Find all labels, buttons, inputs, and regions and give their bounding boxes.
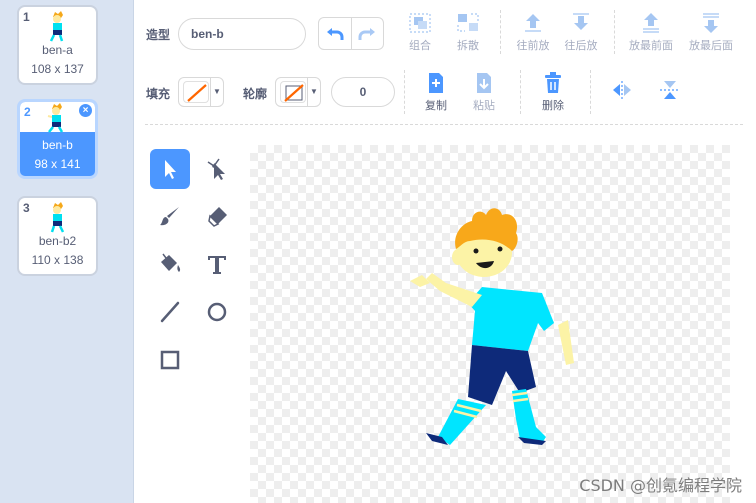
paste-label: 粘贴 (473, 100, 495, 112)
costume-size: 110 x 138 (31, 253, 84, 267)
delete-button[interactable]: 删除 (533, 72, 573, 113)
forward-label: 往前放 (516, 40, 550, 52)
group-button[interactable]: 组合 (400, 12, 440, 53)
rectangle-icon (160, 350, 180, 370)
arrow-cursor-icon (165, 160, 176, 179)
undo-button[interactable] (319, 18, 352, 49)
costume-name-input[interactable] (178, 18, 306, 50)
ungroup-button[interactable]: 拆散 (448, 12, 488, 53)
eraser-tool[interactable] (197, 196, 237, 236)
outline-label: 轮廓 (243, 87, 268, 101)
send-to-back-icon (703, 13, 719, 33)
costume-thumbnail (49, 11, 64, 42)
group-icon (409, 13, 431, 33)
ungroup-label: 拆散 (457, 40, 479, 52)
ungroup-icon (457, 13, 479, 32)
fill-tool[interactable] (150, 244, 190, 284)
reshape-tool[interactable] (197, 149, 237, 189)
select-tool[interactable] (150, 149, 190, 189)
costume-size: 108 x 137 (31, 62, 84, 76)
redo-icon (358, 27, 376, 40)
costume-item-3[interactable]: 3 ben-b2 110 x 138 (17, 196, 98, 276)
costume-item-2[interactable]: 2 × ben-b 98 x 141 (17, 99, 98, 179)
costume-number: 2 (24, 105, 31, 119)
send-to-back-label: 放最后面 (689, 40, 733, 52)
costume-list: 1 ben-a 108 x 137 2 × ben-b 98 x 141 3 b… (0, 0, 134, 503)
chevron-down-icon: ▼ (307, 78, 320, 106)
backward-label: 往后放 (564, 40, 598, 52)
costume-item-1[interactable]: 1 ben-a 108 x 137 (17, 5, 98, 85)
drawing-canvas[interactable] (250, 145, 730, 503)
costume-name: ben-b2 (38, 234, 77, 248)
outline-swatch (280, 81, 306, 103)
circle-tool[interactable] (197, 292, 237, 332)
text-tool[interactable] (197, 244, 237, 284)
brush-icon (160, 207, 179, 226)
rectangle-tool[interactable] (150, 340, 190, 380)
reshape-icon (207, 158, 225, 180)
fill-swatch (183, 81, 209, 103)
ben-character-drawing (410, 208, 574, 445)
costume-name: ben-b (42, 138, 73, 152)
copy-icon (429, 73, 443, 93)
paste-button[interactable]: 粘贴 (464, 72, 504, 113)
line-icon (160, 301, 180, 323)
redo-button[interactable] (352, 18, 384, 49)
line-tool[interactable] (150, 292, 190, 332)
flip-vertical-icon (660, 81, 680, 99)
paste-icon (477, 73, 491, 93)
delete-label: 删除 (542, 100, 564, 112)
paint-bucket-icon (161, 253, 181, 272)
watermark: CSDN @创氪编程学院 (579, 476, 742, 495)
forward-button[interactable]: 往前放 (513, 12, 553, 53)
fill-color-picker[interactable]: ▼ (178, 77, 224, 107)
costume-number: 1 (23, 10, 30, 24)
fill-label: 填充 (146, 87, 171, 101)
no-outline-icon (284, 84, 304, 102)
costume-name: ben-a (42, 43, 73, 57)
group-label: 组合 (409, 40, 431, 52)
outline-color-picker[interactable]: ▼ (275, 77, 321, 107)
backward-icon (573, 13, 589, 30)
delete-costume-button[interactable]: × (79, 104, 92, 117)
outline-width-input[interactable] (331, 77, 395, 107)
toolbar-divider (520, 70, 521, 114)
send-to-back-button[interactable]: 放最后面 (682, 12, 740, 53)
text-icon (208, 256, 226, 274)
costume-thumbnail (47, 103, 64, 133)
costume-size: 98 x 141 (34, 157, 81, 171)
undo-icon (326, 27, 344, 40)
toolbar-divider (145, 124, 743, 125)
backward-button[interactable]: 往后放 (561, 12, 601, 53)
toolbar-divider (590, 70, 591, 114)
costume-label: 造型 (146, 28, 171, 42)
chevron-down-icon: ▼ (210, 78, 223, 106)
toolbar-divider (500, 10, 501, 54)
bring-to-front-button[interactable]: 放最前面 (622, 12, 680, 53)
circle-icon (207, 302, 227, 322)
brush-tool[interactable] (150, 196, 190, 236)
costume-number: 3 (23, 201, 30, 215)
no-fill-icon (187, 84, 207, 102)
eraser-icon (208, 207, 227, 227)
flip-horizontal-icon (613, 81, 631, 99)
flip-vertical-button[interactable] (650, 80, 690, 103)
toolbar-divider (404, 70, 405, 114)
toolbar-divider (614, 10, 615, 54)
copy-button[interactable]: 复制 (416, 72, 456, 113)
copy-label: 复制 (425, 100, 447, 112)
trash-icon (545, 72, 561, 93)
flip-horizontal-button[interactable] (602, 80, 642, 103)
forward-icon (525, 14, 541, 32)
bring-to-front-icon (643, 13, 659, 33)
undo-redo-group (318, 17, 384, 50)
costume-thumbnail (50, 202, 65, 233)
bring-to-front-label: 放最前面 (629, 40, 673, 52)
